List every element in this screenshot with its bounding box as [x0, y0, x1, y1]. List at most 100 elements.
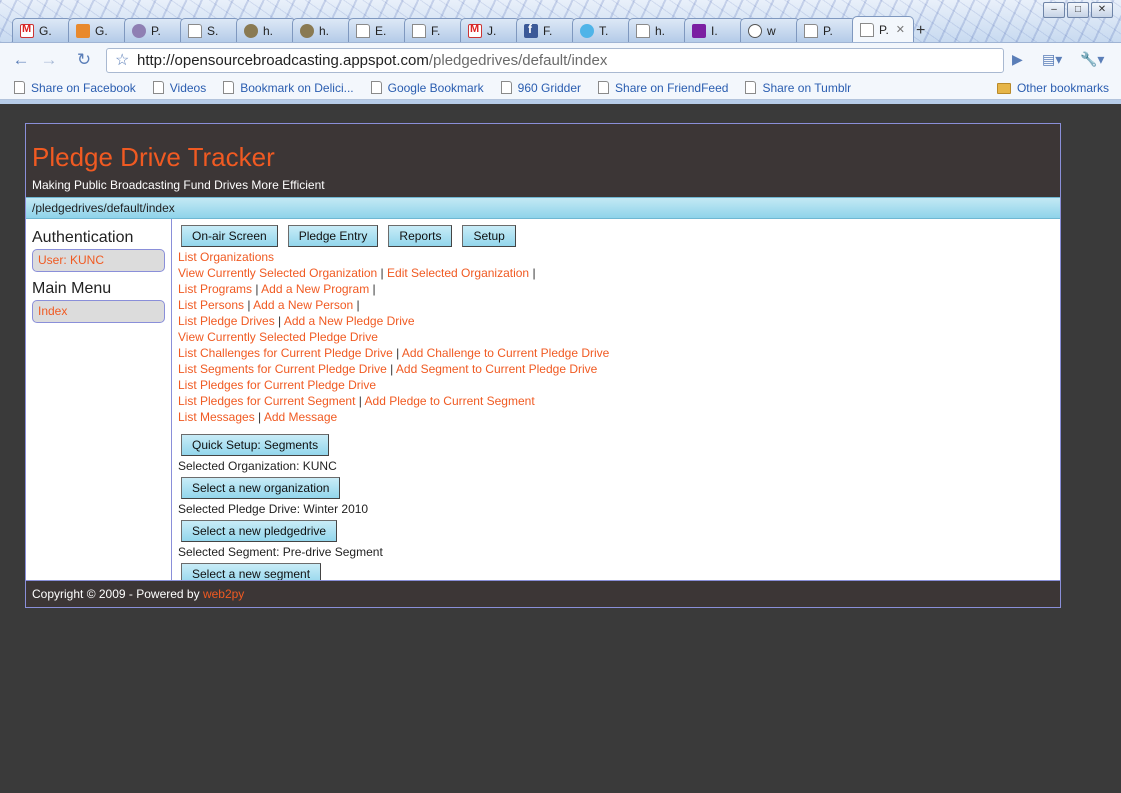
address-bar[interactable]: ☆ http://opensourcebroadcasting.appspot.c…	[106, 48, 1004, 73]
link-separator: |	[252, 282, 262, 296]
twitter-icon	[580, 23, 594, 38]
browser-tab[interactable]: T.	[572, 18, 632, 42]
action-link[interactable]: Add Message	[264, 410, 337, 424]
select-pledgedrive-button[interactable]: Select a new pledgedrive	[181, 520, 338, 542]
link-row: View Currently Selected Organization | E…	[178, 265, 1048, 281]
content-area: Authentication User: KUNC Main Menu Inde…	[26, 219, 1060, 585]
action-link[interactable]: List Segments for Current Pledge Drive	[178, 362, 387, 376]
tab-label: h.	[655, 23, 666, 38]
main-panel: On-air Screen Pledge Entry Reports Setup Li…	[178, 225, 1048, 585]
tab-label: I.	[711, 23, 718, 38]
toolbar: ← → ↻ ☆ http://opensourcebroadcasting.app…	[0, 42, 1121, 76]
browser-tab[interactable]: I.	[684, 18, 744, 42]
browser-tab[interactable]: J.	[460, 18, 520, 42]
bookmark-item[interactable]: Share on FriendFeed	[598, 81, 728, 95]
bookmark-item[interactable]: Share on Tumblr	[745, 81, 851, 95]
folder-icon	[996, 82, 1011, 94]
action-link[interactable]: List Messages	[178, 410, 255, 424]
user-button[interactable]: User: KUNC	[32, 249, 165, 272]
browser-tab[interactable]: G.	[68, 18, 128, 42]
action-link[interactable]: Add Challenge to Current Pledge Drive	[402, 346, 609, 360]
index-button[interactable]: Index	[32, 300, 165, 323]
action-link[interactable]: List Pledge Drives	[178, 314, 275, 328]
link-separator: |	[529, 266, 536, 280]
browser-tab[interactable]: w	[740, 18, 800, 42]
site-subtitle: Making Public Broadcasting Fund Drives M…	[32, 178, 325, 192]
other-bookmarks-label: Other bookmarks	[1016, 81, 1109, 95]
tab-label: G.	[95, 23, 108, 38]
link-row: List Segments for Current Pledge Drive |…	[178, 361, 1048, 377]
page-icon	[152, 81, 164, 94]
browser-tab[interactable]: G.	[12, 18, 72, 42]
tab-label: E.	[375, 23, 387, 38]
minimize-button[interactable]: –	[1043, 2, 1065, 18]
back-arrow-icon[interactable]: ←	[10, 49, 32, 71]
go-icon[interactable]: ▶	[1012, 51, 1023, 68]
action-link[interactable]: List Pledges for Current Pledge Drive	[178, 378, 376, 392]
page-icon	[745, 81, 757, 94]
bookmark-item[interactable]: Bookmark on Delici...	[223, 81, 354, 95]
bookmark-label: 960 Gridder	[517, 80, 582, 95]
action-link[interactable]: List Challenges for Current Pledge Drive	[178, 346, 393, 360]
action-link[interactable]: Add a New Program	[261, 282, 369, 296]
browser-tab[interactable]: F.	[404, 18, 464, 42]
bookmark-item[interactable]: Videos	[152, 81, 206, 95]
wrench-icon[interactable]: 🔧▾	[1080, 51, 1104, 68]
site-header: Pledge Drive Tracker Making Public Broad…	[26, 124, 1060, 197]
bookmark-label: Share on Facebook	[31, 80, 136, 95]
reports-button[interactable]: Reports	[388, 225, 453, 247]
url-path: /pledgedrives/default/index	[428, 52, 608, 69]
browser-tab[interactable]: S.	[180, 18, 240, 42]
action-link[interactable]: Edit Selected Organization	[387, 266, 529, 280]
browser-tab[interactable]: P.	[124, 18, 184, 42]
browser-tab[interactable]: E.	[348, 18, 408, 42]
browser-tab[interactable]: h.	[292, 18, 352, 42]
action-link[interactable]: View Currently Selected Organization	[178, 266, 377, 280]
link-separator: |	[254, 410, 264, 424]
browser-tab[interactable]: F.	[516, 18, 576, 42]
page-menu-icon[interactable]: ▤▾	[1042, 51, 1062, 68]
new-tab-icon[interactable]: +	[916, 22, 942, 42]
bookmark-item[interactable]: Share on Facebook	[14, 81, 136, 95]
page-icon	[14, 81, 25, 94]
web2py-link[interactable]: web2py	[203, 587, 244, 601]
action-link[interactable]: Add a New Person	[253, 298, 353, 312]
on-air-screen-button[interactable]: On-air Screen	[181, 225, 278, 247]
close-window-button[interactable]: ✕	[1091, 2, 1113, 18]
bookmark-item[interactable]: Google Bookmark	[370, 80, 484, 95]
maximize-button[interactable]: □	[1067, 2, 1089, 18]
select-organization-button[interactable]: Select a new organization	[181, 477, 341, 499]
browser-tab[interactable]: h.	[628, 18, 688, 42]
browser-tab[interactable]: P. ✕	[852, 16, 914, 42]
close-icon[interactable]: ✕	[896, 23, 905, 36]
action-link[interactable]: List Programs	[178, 282, 252, 296]
action-link[interactable]: View Currently Selected Pledge Drive	[178, 330, 378, 344]
reload-icon[interactable]: ↻	[73, 49, 95, 71]
action-link[interactable]: Add Pledge to Current Segment	[365, 394, 535, 408]
setup-button[interactable]: Setup	[462, 225, 516, 247]
main-menu-heading: Main Menu	[32, 280, 112, 297]
quick-setup-segments-button[interactable]: Quick Setup: Segments	[181, 434, 330, 456]
bookmark-item[interactable]: 960 Gridder	[500, 80, 582, 95]
page-icon	[370, 81, 382, 94]
forward-arrow-icon[interactable]: →	[38, 49, 60, 71]
tab-label: F.	[431, 23, 441, 38]
browser-tab[interactable]: P.	[796, 18, 856, 42]
pledge-entry-button[interactable]: Pledge Entry	[287, 225, 379, 247]
other-bookmarks[interactable]: Other bookmarks	[996, 81, 1109, 95]
action-link[interactable]: List Persons	[178, 298, 244, 312]
action-link[interactable]: Add Segment to Current Pledge Drive	[396, 362, 597, 376]
link-separator: |	[274, 314, 284, 328]
browser-tab[interactable]: h.	[236, 18, 296, 42]
copyright-text: Copyright © 2009 - Powered by	[32, 587, 203, 601]
tab-label: G.	[39, 23, 52, 38]
action-link[interactable]: List Pledges for Current Segment	[178, 394, 355, 408]
action-link[interactable]: Add a New Pledge Drive	[284, 314, 415, 328]
top-button-row: On-air Screen Pledge Entry Reports Setup	[181, 225, 1048, 247]
bookmark-label: Google Bookmark	[387, 80, 484, 95]
tab-label: S.	[207, 23, 219, 38]
action-link[interactable]: List Organizations	[178, 250, 274, 264]
link-separator: |	[244, 298, 254, 312]
bookmark-star-icon[interactable]: ☆	[115, 49, 129, 72]
selection-block: Quick Setup: Segments Selected Organizat…	[178, 431, 1048, 585]
